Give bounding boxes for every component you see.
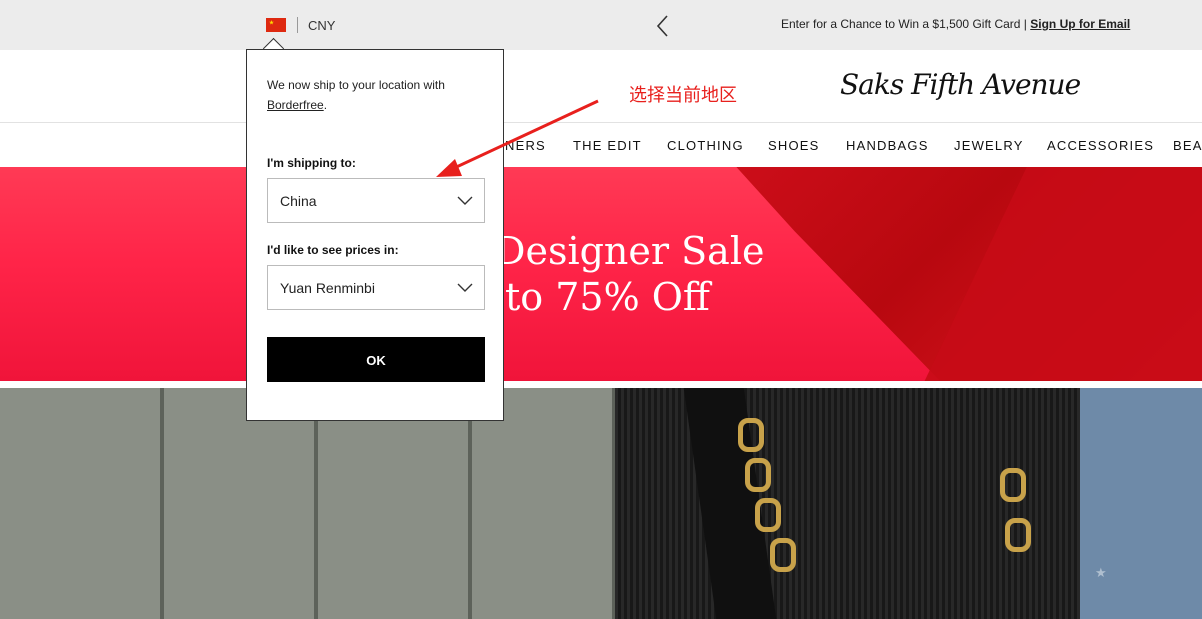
nav-item-beauty[interactable]: BEA bbox=[1173, 138, 1202, 153]
sign-up-email-link[interactable]: Sign Up for Email bbox=[1030, 17, 1130, 31]
currency-select[interactable]: Yuan Renminbi bbox=[267, 265, 485, 310]
nav-item-shoes[interactable]: SHOES bbox=[768, 138, 820, 153]
main-nav: NERS THE EDIT CLOTHING SHOES HANDBAGS JE… bbox=[0, 130, 1202, 160]
chain-link bbox=[738, 418, 764, 452]
hero-banner[interactable]: Designer Sale to 75% Off bbox=[0, 167, 1202, 381]
hero-subtitle: to 75% Off bbox=[505, 275, 710, 319]
shipping-label: I'm shipping to: bbox=[267, 156, 356, 170]
divider bbox=[297, 17, 298, 33]
nav-item-jewelry[interactable]: JEWELRY bbox=[954, 138, 1024, 153]
borderfree-link[interactable]: Borderfree bbox=[267, 98, 324, 112]
shipping-country-select[interactable]: China bbox=[267, 178, 485, 223]
message-end: . bbox=[323, 98, 328, 112]
photo-sweater bbox=[615, 388, 1095, 619]
location-popup: We now ship to your location with Border… bbox=[246, 49, 504, 421]
hero-photo[interactable] bbox=[0, 388, 1202, 619]
photo-panel bbox=[164, 388, 318, 619]
hero-title: Designer Sale bbox=[495, 229, 765, 273]
nav-item-clothing[interactable]: CLOTHING bbox=[667, 138, 744, 153]
chain-link bbox=[745, 458, 771, 492]
photo-panel bbox=[472, 388, 616, 619]
chain-link bbox=[1000, 468, 1026, 502]
chain-link bbox=[755, 498, 781, 532]
currency-selector[interactable]: CNY bbox=[308, 18, 335, 33]
popup-message: We now ship to your location with Border… bbox=[267, 75, 492, 115]
photo-arm bbox=[1080, 388, 1202, 619]
chain-link bbox=[770, 538, 796, 572]
annotation-text: 选择当前地区 bbox=[629, 85, 737, 105]
nav-item-designers[interactable]: NERS bbox=[505, 138, 546, 153]
nav-item-accessories[interactable]: ACCESSORIES bbox=[1047, 138, 1154, 153]
china-flag-icon[interactable] bbox=[266, 18, 286, 32]
nav-item-the-edit[interactable]: THE EDIT bbox=[573, 138, 642, 153]
chevron-left-icon[interactable] bbox=[651, 13, 675, 39]
chevron-down-icon bbox=[457, 283, 473, 292]
prices-label: I'd like to see prices in: bbox=[267, 243, 399, 257]
photo-panel bbox=[0, 388, 164, 619]
message-text: We now ship to your location with bbox=[267, 78, 445, 92]
promo-text: Enter for a Chance to Win a $1,500 Gift … bbox=[781, 17, 1031, 31]
saks-logo[interactable]: Saks Fifth Avenue bbox=[840, 68, 1081, 101]
shipping-country-value: China bbox=[280, 193, 317, 209]
top-bar: CNY Enter for a Chance to Win a $1,500 G… bbox=[0, 0, 1202, 50]
ok-button[interactable]: OK bbox=[267, 337, 485, 382]
chain-link bbox=[1005, 518, 1031, 552]
photo-panel bbox=[318, 388, 472, 619]
nav-item-handbags[interactable]: HANDBAGS bbox=[846, 138, 929, 153]
promo-banner: Enter for a Chance to Win a $1,500 Gift … bbox=[781, 17, 1130, 31]
watermark: ★ bbox=[1095, 565, 1109, 580]
currency-value: Yuan Renminbi bbox=[280, 280, 375, 296]
chevron-down-icon bbox=[457, 196, 473, 205]
